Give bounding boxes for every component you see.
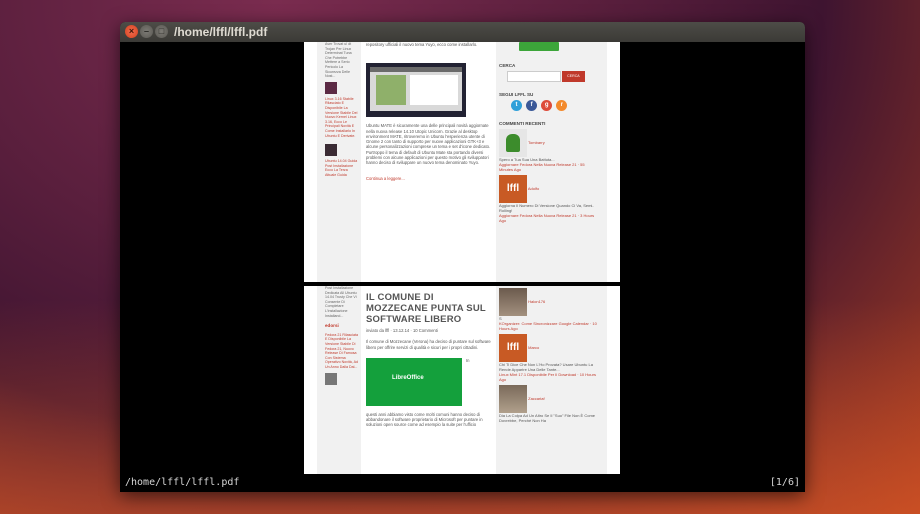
- green-button[interactable]: [519, 42, 559, 51]
- inline-text: In: [466, 357, 470, 363]
- comment-link[interactable]: Aggiornare Fedora Nella Nuova Release 21…: [499, 162, 599, 172]
- comment-link[interactable]: KOrganizer: Come Sincronizzare Google Ca…: [499, 321, 599, 331]
- facebook-icon[interactable]: f: [526, 100, 538, 111]
- twitter-icon[interactable]: t: [511, 100, 522, 111]
- comment-author[interactable]: Tombarry: [528, 140, 545, 145]
- comment-text: Aggiorna Il Numero Di Versione Quando Ci…: [499, 203, 594, 213]
- comment-item: Halon176 S KOrganizer: Come Sincronizzar…: [499, 288, 599, 331]
- comment-author[interactable]: Halon176: [528, 299, 545, 304]
- search-title: CERCA: [499, 63, 516, 68]
- user-photo-avatar: [499, 385, 527, 413]
- status-bar: /home/lffl/lffl.pdf [1/6]: [120, 474, 805, 492]
- comment-author[interactable]: Zaccariaf: [528, 396, 544, 401]
- post-thumbnail: [325, 372, 337, 385]
- comment-link[interactable]: Linux Mint 17.1 Disponibile Per Il Downl…: [499, 372, 599, 382]
- rss-icon[interactable]: r: [556, 100, 568, 111]
- article-text: questi anni abbiamo visto come molti com…: [366, 411, 483, 428]
- follow-title: SEGUI LFFL SU: [499, 92, 534, 97]
- article-intro: Il comune di Mozzecane (Verona) ha decis…: [366, 339, 491, 350]
- page-indicator: [1/6]: [769, 477, 800, 488]
- comment-item: lffl Marco Chi Ti Dice Che Non L'Ho Prov…: [499, 334, 599, 382]
- page-body: Post Installazione Dedicata All Ubuntu 1…: [317, 286, 607, 474]
- social-icons: t f g r: [511, 100, 599, 111]
- search-form: CERCA: [507, 71, 599, 82]
- status-file-path: /home/lffl/lffl.pdf: [125, 477, 240, 488]
- close-button[interactable]: ×: [125, 25, 138, 38]
- comment-item: Tombarry Spero a Tua Sua Una Battuta... …: [499, 129, 599, 172]
- article-headline[interactable]: IL COMUNE DI MOZZECANE PUNTA SUL SOFTWAR…: [366, 292, 491, 325]
- maximize-button[interactable]: □: [155, 25, 168, 38]
- lffl-logo-avatar-icon: lffl: [499, 175, 527, 203]
- article-column: repository ufficiali il nuovo tema Yuyo,…: [361, 42, 496, 282]
- sidebar-section-title: edorsi: [325, 323, 339, 329]
- lffl-logo-avatar-icon: lffl: [499, 334, 527, 362]
- right-sidebar: CERCA CERCA SEGUI LFFL SU t f g r COMMEN…: [499, 42, 599, 282]
- page-body: Aver Trovat ul dt Trojan Per Linux Deter…: [317, 42, 607, 282]
- post-thumbnail: [325, 81, 337, 94]
- user-photo-avatar: [499, 288, 527, 316]
- article-screenshot-image: [366, 63, 466, 118]
- sidebar-post-link[interactable]: Linux 3.16 Stabile Rilasciato E Disponib…: [325, 97, 358, 138]
- sidebar-text: Aver Trovat ul dt Trojan Per Linux Deter…: [325, 42, 352, 79]
- window-titlebar[interactable]: × – □ /home/lffl/lffl.pdf: [120, 22, 805, 42]
- window-title: /home/lffl/lffl.pdf: [174, 25, 268, 39]
- search-input[interactable]: [507, 71, 561, 82]
- sidebar-text: Post Installazione Dedicata All Ubuntu 1…: [325, 286, 357, 318]
- continue-reading-link[interactable]: Continua a leggere...: [366, 176, 491, 181]
- left-sidebar: Aver Trovat ul dt Trojan Per Linux Deter…: [325, 42, 358, 177]
- document-viewport[interactable]: Aver Trovat ul dt Trojan Per Linux Deter…: [120, 42, 805, 474]
- comment-item: lffl Adolfo Aggiorna Il Numero Di Versio…: [499, 175, 599, 223]
- libreoffice-logo-image: LibreOffice: [366, 357, 462, 406]
- comment-text: Chi Ti Dice Che Non L'Ho Provata? Usare …: [499, 362, 593, 372]
- pdf-page-1: Aver Trovat ul dt Trojan Per Linux Deter…: [304, 42, 620, 282]
- comment-item: Zaccariaf Dia La Colpa Ad Un Altro Se Il…: [499, 385, 599, 423]
- pdf-page-2: Post Installazione Dedicata All Ubuntu 1…: [304, 286, 620, 474]
- right-sidebar: Halon176 S KOrganizer: Come Sincronizzar…: [499, 286, 599, 474]
- android-avatar-icon: [499, 129, 527, 157]
- article-text: Ubuntu MATE è sicuramente una delle prin…: [366, 123, 491, 166]
- article-image-row: LibreOffice In: [366, 357, 491, 408]
- googleplus-icon[interactable]: g: [541, 100, 553, 111]
- comment-text: Dia La Colpa Ad Un Altro Se Il "Suo" Fil…: [499, 413, 595, 423]
- article-meta: inviato da lffl · 13.12.14 · 10 Commenti: [366, 328, 438, 333]
- comment-author[interactable]: Adolfo: [528, 186, 539, 191]
- search-button[interactable]: CERCA: [562, 71, 585, 82]
- left-sidebar: Post Installazione Dedicata All Ubuntu 1…: [325, 286, 358, 388]
- post-thumbnail: [325, 144, 337, 157]
- comment-link[interactable]: Aggiornare Fedora Nella Nuova Release 21…: [499, 213, 599, 223]
- sidebar-post-link[interactable]: Ubuntu 14.04 Guida Post Installazione Ec…: [325, 159, 358, 177]
- recent-comments-title: COMMENTI RECENTI: [499, 121, 546, 126]
- sidebar-post-link[interactable]: Fedora 21 Rilasciata E Disponibile La Ve…: [325, 333, 358, 370]
- article-column: IL COMUNE DI MOZZECANE PUNTA SUL SOFTWAR…: [361, 286, 496, 474]
- comment-author[interactable]: Marco: [528, 345, 539, 350]
- article-text: repository ufficiali il nuovo tema Yuyo,…: [366, 42, 478, 47]
- libreoffice-label: LibreOffice: [392, 374, 424, 381]
- pdf-viewer-window: × – □ /home/lffl/lffl.pdf Aver Trovat ul…: [120, 22, 805, 492]
- minimize-button[interactable]: –: [140, 25, 153, 38]
